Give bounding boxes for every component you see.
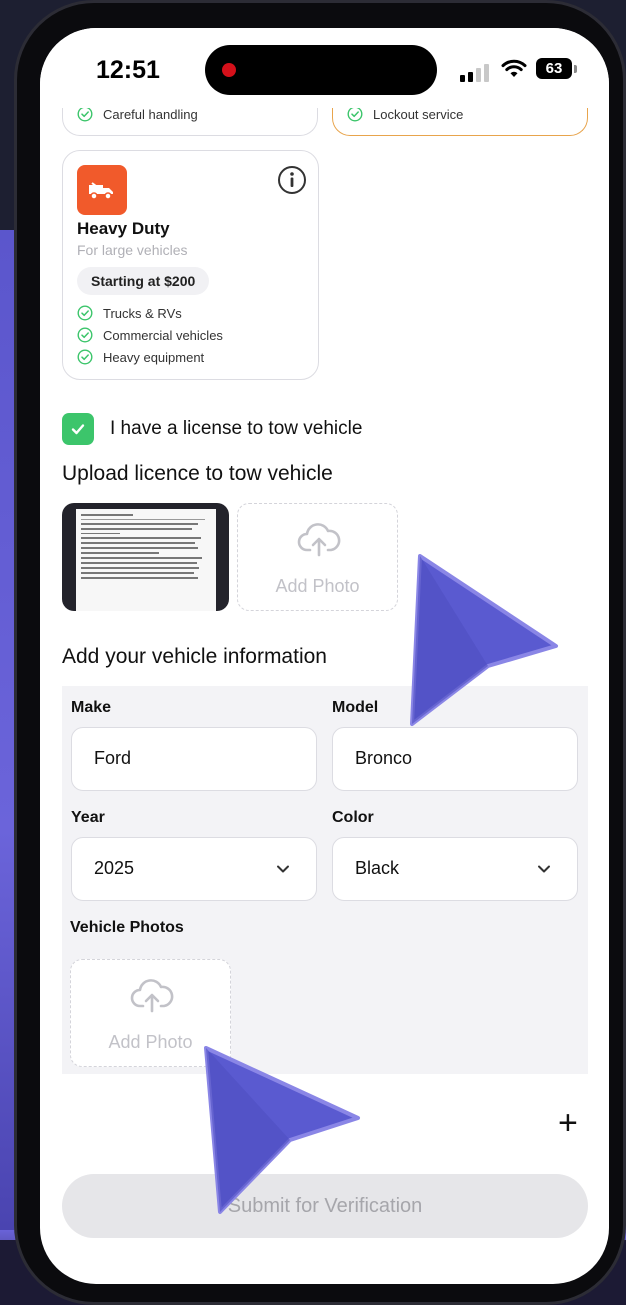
- feature-row: Lockout service: [347, 106, 463, 122]
- cloud-upload-icon: [297, 523, 341, 557]
- cursor-pointer-icon: [204, 1046, 360, 1214]
- feature-label: Careful handling: [103, 106, 198, 122]
- wifi-icon: [501, 59, 527, 77]
- service-card-heavy-duty[interactable]: Heavy Duty For large vehicles Starting a…: [62, 150, 319, 380]
- card-title: Heavy Duty: [77, 219, 170, 238]
- model-label: Model: [332, 699, 379, 716]
- year-value: 2025: [94, 858, 135, 878]
- year-label: Year: [71, 809, 105, 826]
- plus-icon[interactable]: +: [558, 1106, 578, 1140]
- document-page: [76, 509, 216, 611]
- feature-label: Heavy equipment: [103, 349, 205, 365]
- check-circle-icon: [77, 327, 93, 343]
- year-select[interactable]: 2025: [71, 837, 317, 901]
- feature-row: Trucks & RVs: [77, 305, 223, 321]
- model-input[interactable]: Bronco: [332, 727, 578, 791]
- feature-label: Lockout service: [373, 106, 464, 122]
- signal-icon: [460, 64, 489, 82]
- status-bar: 12:51 63: [40, 28, 609, 108]
- cloud-upload-icon: [130, 979, 174, 1013]
- vehicle-section-title: Add your vehicle information: [62, 645, 327, 668]
- license-checkbox-label[interactable]: I have a license to tow vehicle: [110, 418, 362, 440]
- add-photo-label: Add Photo: [275, 576, 360, 596]
- upload-section-title: Upload licence to tow vehicle: [62, 462, 333, 485]
- info-icon[interactable]: [277, 165, 307, 195]
- license-document-thumbnail[interactable]: [62, 503, 229, 611]
- chevron-down-icon: [538, 865, 550, 873]
- feature-list: Trucks & RVs Commercial vehicles Heavy e…: [77, 305, 223, 365]
- cursor-pointer-icon: [410, 554, 558, 726]
- status-time: 12:51: [96, 56, 160, 84]
- battery-icon: 63: [536, 58, 572, 79]
- feature-row: Heavy equipment: [77, 349, 223, 365]
- battery-tip: [574, 65, 577, 73]
- card-subtitle: For large vehicles: [77, 242, 188, 258]
- color-value: Black: [355, 858, 400, 878]
- feature-row: Commercial vehicles: [77, 327, 223, 343]
- check-circle-icon: [77, 106, 93, 122]
- feature-label: Trucks & RVs: [103, 305, 182, 321]
- add-license-photo-button[interactable]: Add Photo: [237, 503, 398, 611]
- feature-label: Commercial vehicles: [103, 327, 223, 343]
- price-badge: Starting at $200: [77, 267, 210, 295]
- color-label: Color: [332, 809, 374, 826]
- chevron-down-icon: [277, 865, 289, 873]
- color-select[interactable]: Black: [332, 837, 578, 901]
- vehicle-photos-label: Vehicle Photos: [70, 919, 184, 936]
- check-circle-icon: [77, 349, 93, 365]
- feature-row: Careful handling: [77, 106, 198, 122]
- make-label: Make: [71, 699, 112, 716]
- recording-indicator: [222, 63, 236, 77]
- checkmark-icon: [71, 424, 85, 435]
- check-circle-icon: [347, 106, 363, 122]
- make-input[interactable]: Ford: [71, 727, 317, 791]
- dynamic-island: [205, 45, 437, 95]
- license-checkbox[interactable]: [62, 413, 94, 445]
- check-circle-icon: [77, 305, 93, 321]
- truck-icon: [77, 165, 127, 215]
